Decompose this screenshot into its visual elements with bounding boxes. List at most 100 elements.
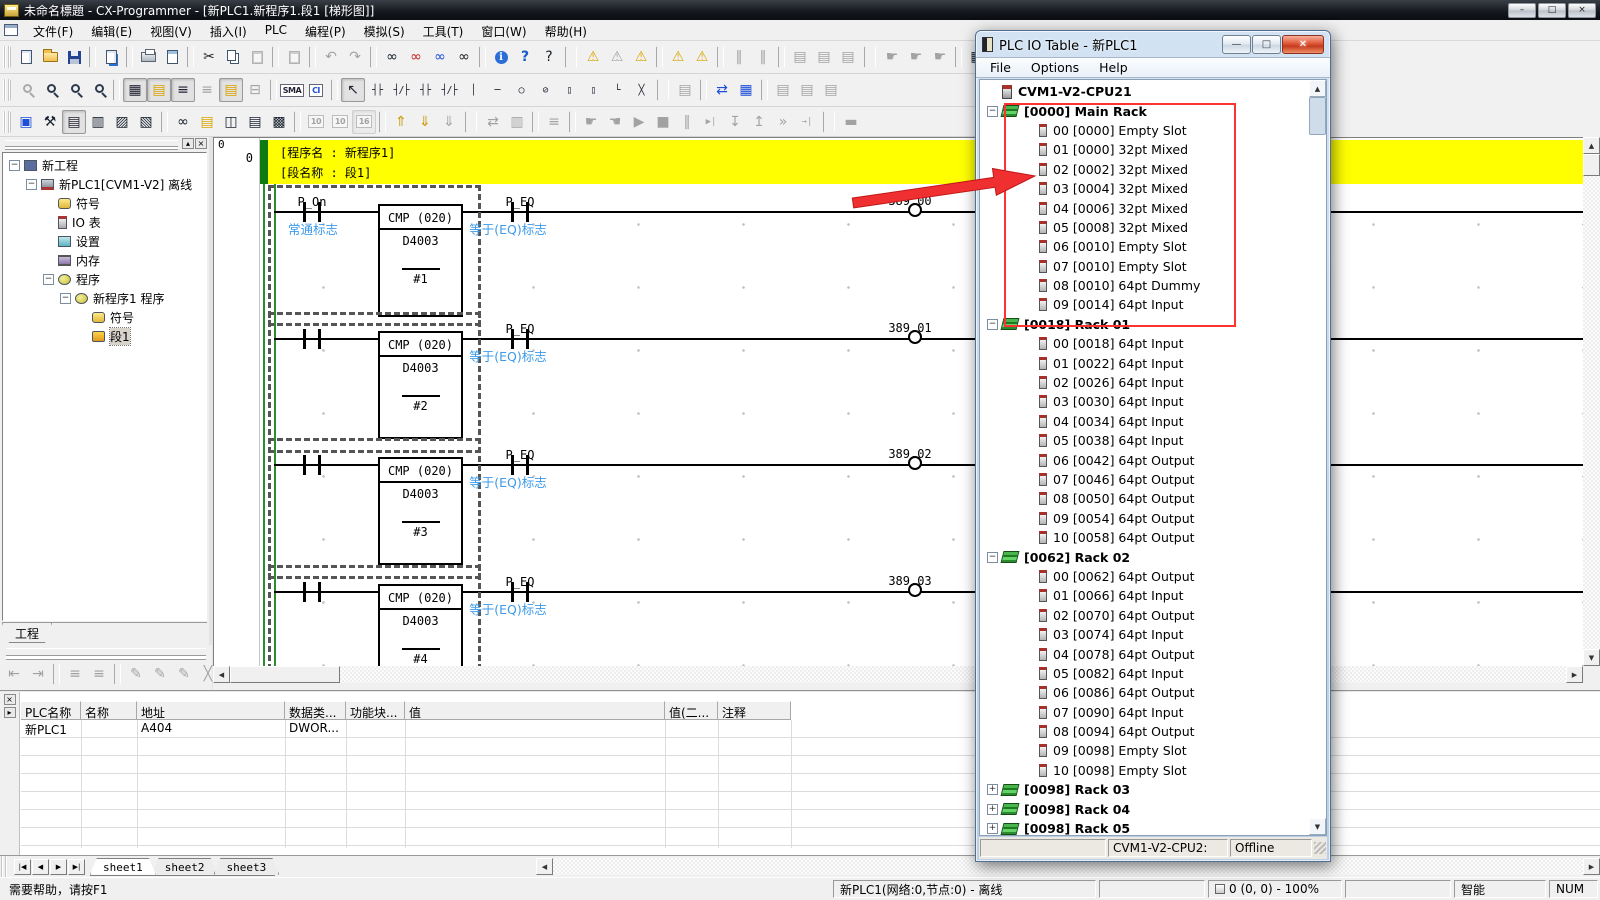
watch-col-data-type[interactable]: 数据类... (285, 701, 346, 720)
menu-plc[interactable]: PLC (256, 21, 296, 40)
io-slot-row[interactable]: 04 [0078] 64pt Output (980, 644, 1309, 663)
menu-help[interactable]: 帮助(H) (536, 21, 596, 40)
io-slot-row[interactable]: 04 [0034] 64pt Input (980, 412, 1309, 431)
scroll-down-button[interactable]: ▼ (1309, 818, 1326, 835)
rung-comment-button[interactable]: ≡ (87, 662, 111, 686)
expand-toggle-icon[interactable] (1024, 299, 1035, 310)
mdi-child-icon[interactable] (4, 24, 18, 36)
io-slot-row[interactable]: 06 [0042] 64pt Output (980, 450, 1309, 469)
instruction-block[interactable]: CMP (020) D4003 #3 (378, 457, 463, 565)
mnemonics-window-button[interactable]: ▥ (86, 110, 110, 134)
new-closed-coil-button[interactable]: ⊘ (533, 78, 557, 102)
expand-toggle-icon[interactable]: − (987, 552, 998, 563)
io-comment-button[interactable]: CI (304, 78, 328, 102)
instruction-block[interactable]: CMP (020) D4003 #1 (378, 204, 463, 317)
page-setup-button[interactable] (99, 45, 123, 69)
online-edit-rungs-button[interactable]: ≡ (542, 110, 566, 134)
expand-toggle-icon[interactable] (1024, 144, 1035, 155)
monitor-up-button[interactable]: ⇑ (389, 110, 413, 134)
pause-monitor-button[interactable]: ‖ (727, 45, 751, 69)
signed-decimal-button[interactable]: 10 (328, 110, 352, 134)
grid-toggle-button[interactable]: ▦ (123, 78, 147, 102)
scroll-right-button[interactable]: ▶ (1566, 666, 1583, 683)
io-slot-row[interactable]: 07 [0090] 64pt Input (980, 703, 1309, 722)
dialog-menu-help[interactable]: Help (1089, 58, 1138, 78)
debug-reset-button[interactable]: ☚ (603, 110, 627, 134)
find-compile-error-button[interactable]: ⚠ (629, 45, 653, 69)
vertical-line-button[interactable]: │ (461, 78, 485, 102)
sim-run-to-button[interactable]: » (771, 110, 795, 134)
io-rack-row[interactable]: − [0018] Rack 01 (980, 315, 1309, 334)
io-rack-row[interactable]: + [0098] Rack 04 (980, 799, 1309, 818)
scroll-up-button[interactable]: ▲ (1583, 137, 1600, 154)
sim-step-out-button[interactable]: ↥ (747, 110, 771, 134)
tree-item-programs[interactable]: − 程序 (3, 270, 206, 289)
sheet-next-button[interactable]: ▶ (50, 859, 67, 875)
expand-toggle-icon[interactable] (1024, 203, 1035, 214)
instruction-block[interactable]: CMP (020) D4003 #2 (378, 331, 463, 439)
dialog-scrollbar[interactable]: ▲ ▼ (1309, 80, 1326, 835)
rung-list-button[interactable]: ≡ (63, 662, 87, 686)
no-contact-symbol[interactable] (303, 329, 321, 349)
sim-stop-button[interactable]: ■ (651, 110, 675, 134)
sim-step-in-button[interactable]: ↧ (723, 110, 747, 134)
cancel-transfer-button[interactable]: ▤ (836, 45, 860, 69)
force-off-button[interactable]: ☛ (904, 45, 928, 69)
sheet-first-button[interactable]: |◀ (14, 859, 31, 875)
dock-close-button[interactable]: × (195, 138, 207, 149)
maximize-button[interactable]: □ (1538, 3, 1566, 18)
print-preview-button[interactable] (160, 45, 184, 69)
scroll-up-button[interactable]: ▲ (1309, 80, 1326, 97)
new-window-button[interactable]: ▣ (14, 110, 38, 134)
horizontal-line-button[interactable]: ─ (485, 78, 509, 102)
sheet-last-button[interactable]: ▶| (68, 859, 85, 875)
ladder-canvas[interactable]: [程序名 : 新程序1] [段名称 : 段1] P_On 常通标志 CMP (0… (268, 138, 1583, 666)
sim-step-button[interactable]: ▶| (699, 110, 723, 134)
new-closed-instruction-button[interactable]: ▯ (581, 78, 605, 102)
expand-toggle-icon[interactable] (987, 86, 998, 97)
new-block-button[interactable]: └ (605, 78, 629, 102)
monitor-mode-button[interactable]: ▥ (505, 110, 529, 134)
io-slot-row[interactable]: 08 [0094] 64pt Output (980, 722, 1309, 741)
minimize-button[interactable]: – (1508, 3, 1536, 18)
menu-tools[interactable]: 工具(T) (414, 21, 473, 40)
tree-item-program-symbols[interactable]: 符号 (3, 308, 206, 327)
io-multiple-view-button[interactable]: ◫ (219, 110, 243, 134)
new-or-contact-button[interactable]: ┤├ (413, 78, 437, 102)
tree-item-memory[interactable]: 内存 (3, 251, 206, 270)
compare-program-button[interactable]: ▦ (734, 78, 758, 102)
expand-toggle-icon[interactable] (1024, 610, 1035, 621)
sim-to-end-button[interactable]: →| (795, 110, 819, 134)
expand-toggle-icon[interactable]: + (987, 823, 998, 834)
project-workspace-tab[interactable]: 工程 (2, 623, 52, 643)
io-slot-row[interactable]: 07 [0046] 64pt Output (980, 470, 1309, 489)
zoom-in-button[interactable] (62, 78, 86, 102)
expand-toggle-icon[interactable] (1024, 338, 1035, 349)
new-closed-contact-button[interactable]: ┤/├ (389, 78, 413, 102)
tree-item-project[interactable]: − 新工程 (3, 156, 206, 175)
expand-toggle-icon[interactable] (1024, 687, 1035, 698)
io-slot-row[interactable]: 01 [0066] 64pt Input (980, 586, 1309, 605)
menu-program[interactable]: 编程(P) (296, 21, 355, 40)
scroll-right-button[interactable]: ▶ (1583, 858, 1600, 875)
expand-toggle-icon[interactable] (1024, 377, 1035, 388)
force-on-button[interactable]: ☛ (880, 45, 904, 69)
no-contact-symbol[interactable] (303, 455, 321, 475)
open-file-button[interactable] (38, 45, 62, 69)
expand-toggle-icon[interactable] (43, 236, 54, 247)
dialog-close-button[interactable]: ✕ (1282, 35, 1324, 54)
symbol-table-button[interactable]: SMA (280, 78, 304, 102)
io-slot-row[interactable]: 02 [0070] 64pt Output (980, 606, 1309, 625)
watch-grid[interactable]: 新PLC1 A404 DWOR... (21, 720, 1600, 848)
pause-button[interactable]: ‖ (751, 45, 775, 69)
watch-window-button[interactable]: ▤ (243, 110, 267, 134)
io-slot-row[interactable]: 06 [0086] 64pt Output (980, 683, 1309, 702)
redo-button[interactable]: ↷ (343, 45, 367, 69)
tools-window-button[interactable]: ⚒ (38, 110, 62, 134)
sheet-prev-button[interactable]: ◀ (32, 859, 49, 875)
indent-left-button[interactable]: ⇤ (2, 662, 26, 686)
watch-row[interactable]: 新PLC1 A404 DWOR... (21, 720, 1600, 738)
io-slot-row[interactable]: 03 [0074] 64pt Input (980, 625, 1309, 644)
debug-set-button[interactable]: ☛ (579, 110, 603, 134)
expand-toggle-icon[interactable] (1024, 649, 1035, 660)
